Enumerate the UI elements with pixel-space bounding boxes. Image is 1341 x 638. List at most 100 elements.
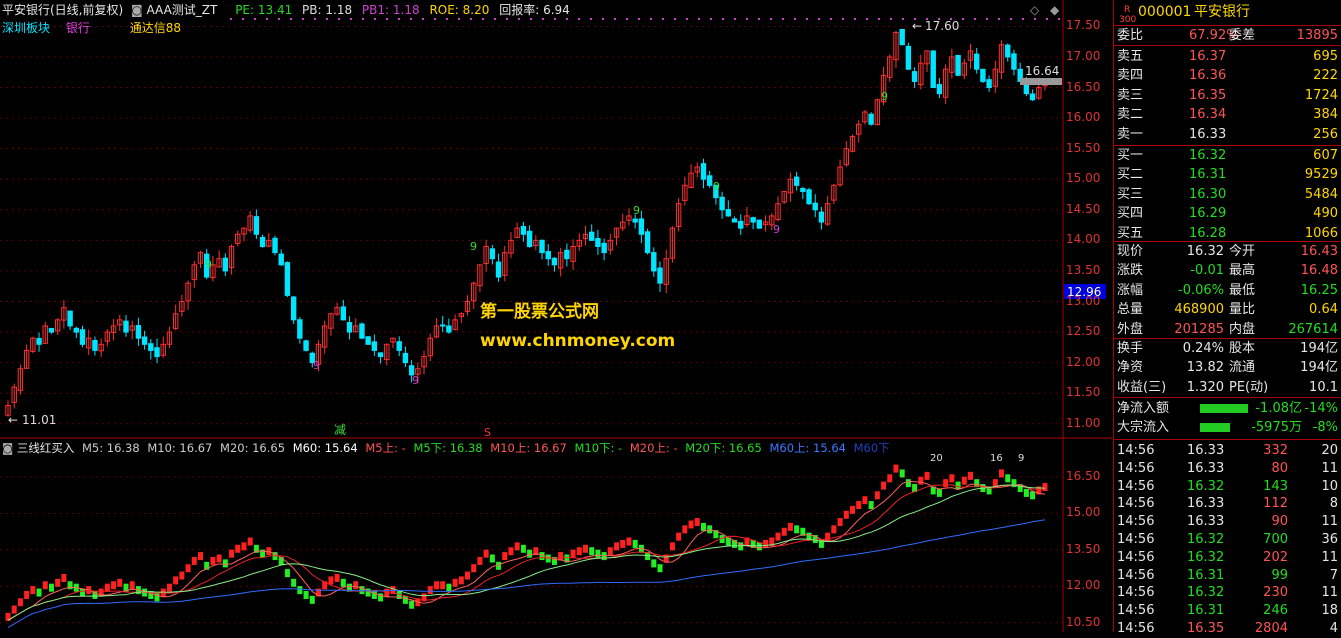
sub-bar (440, 581, 446, 590)
tick-time: 14:56 (1117, 532, 1155, 547)
expand-icon[interactable]: ◆ (1050, 2, 1059, 18)
sub-bar (576, 547, 582, 556)
tick-count: 10 (1321, 478, 1338, 494)
nine-mark: 9 (412, 374, 419, 387)
candle-body (651, 252, 657, 272)
tick-row: 14:56 16.32 143 10 (1114, 477, 1341, 496)
sub-bar (595, 549, 601, 558)
ask-volume: 222 (1313, 68, 1338, 84)
stock-code[interactable]: 000001 (1138, 3, 1191, 22)
sub-y-tick-label: 12.00 (1066, 578, 1101, 593)
stat-value: 16.25 (1300, 282, 1338, 298)
y-tick-label: 16.50 (1066, 79, 1101, 94)
m60-down: M60下 (853, 441, 890, 455)
m20-down: M20下: 16.65 (685, 441, 762, 455)
m5-down: M5下: 16.38 (413, 441, 483, 455)
stat-value: 0.64 (1309, 302, 1338, 318)
bid-price: 16.30 (1189, 186, 1227, 202)
board-link[interactable]: 深圳板块 (2, 21, 50, 35)
tick-time: 14:56 (1117, 585, 1155, 601)
sub-bar (887, 474, 893, 483)
bid-row: 买二 16.31 9529 (1114, 165, 1341, 184)
tick-time: 14:56 (1117, 496, 1155, 512)
ask-price: 16.36 (1189, 68, 1227, 84)
sub-bar (247, 537, 253, 546)
tick-volume: 143 (1263, 478, 1288, 494)
sub-bar (626, 537, 632, 546)
candle-body (439, 324, 446, 327)
candle-body (818, 211, 825, 223)
tick-count: 7 (1329, 567, 1338, 583)
stat-value: -0.01 (1190, 263, 1224, 279)
flow-bar (1200, 423, 1230, 433)
diamond-icon[interactable]: ◇ (1030, 2, 1039, 18)
candle-body (564, 249, 570, 260)
candle-body (79, 329, 86, 345)
ask-row: 卖五 16.37 695 (1114, 47, 1341, 66)
candle-body (793, 176, 800, 186)
candle-body (911, 71, 918, 82)
candles (5, 28, 1048, 417)
sub-bar (340, 578, 346, 587)
tick-time: 14:56 (1117, 603, 1155, 619)
watermark-url: www.chnmoney.com (480, 331, 676, 351)
fin-row: 收益(三) 1.320 PE(动) 10.1 (1114, 378, 1341, 397)
fin-label: 流通 (1229, 360, 1256, 376)
m10-up: M10上: 16.67 (490, 441, 567, 455)
divider (1114, 439, 1341, 440)
tick-row: 14:56 16.31 246 18 (1114, 601, 1341, 620)
sub-bar (936, 488, 942, 497)
bid-price: 16.32 (1189, 148, 1227, 163)
tdx-label: 通达信88 (129, 21, 181, 35)
sub-bar (589, 547, 595, 556)
sub-bar (669, 542, 675, 551)
candle-body (446, 325, 452, 333)
divider (1114, 45, 1341, 46)
flow-pct: -14% (1304, 401, 1338, 416)
tick-volume: 700 (1263, 532, 1288, 547)
sub-bar (36, 588, 42, 597)
sub-bar (353, 581, 359, 590)
sub-y-tick-label: 16.50 (1066, 468, 1101, 483)
tick-count: 20 (1321, 443, 1338, 458)
candle-body (489, 248, 496, 260)
y-tick-label: 15.00 (1066, 171, 1101, 186)
candle-body (67, 310, 73, 327)
bid-volume: 607 (1313, 148, 1338, 163)
pe-value: PE: 13.41 (235, 3, 293, 17)
sub-bar (328, 576, 334, 585)
nine-mark: 9 (633, 204, 640, 217)
fin-value: 0.24% (1182, 341, 1224, 356)
bid-volume: 9529 (1304, 167, 1338, 183)
y-tick-label: 11.00 (1066, 415, 1101, 430)
wecha-value: 13895 (1296, 28, 1338, 43)
sub-bar (856, 501, 862, 510)
sub-indicator-menu-icon[interactable]: ◙ (2, 441, 13, 455)
tick-volume: 332 (1263, 443, 1288, 458)
candle-body (284, 262, 291, 296)
sub-bar (129, 581, 135, 590)
tick-volume: 2804 (1254, 621, 1288, 636)
stock-name[interactable]: 平安银行 (1194, 3, 1250, 22)
bid-row: 买四 16.29 490 (1114, 204, 1341, 223)
chart-area[interactable]: 12.96 16.64 ← 17.60 ← 11.01 9 9 9 9 9 9 … (0, 0, 1112, 632)
sub-bar (48, 583, 54, 592)
sub-chart-title[interactable]: 三线红买入 (17, 441, 75, 455)
ask-row: 卖一 16.33 256 (1114, 125, 1341, 144)
tick-time: 14:56 (1117, 514, 1155, 530)
sub-bar (433, 581, 439, 590)
fin-value: 1.320 (1186, 379, 1224, 395)
indicator-menu-icon[interactable]: ◙ (131, 3, 143, 17)
sector-link[interactable]: 银行 (66, 21, 90, 35)
y-tick-label: 17.00 (1066, 48, 1101, 63)
sub-bar (682, 525, 688, 534)
tick-row: 14:56 16.31 99 7 (1114, 566, 1341, 585)
sub-bar (11, 605, 17, 614)
sub-bar (179, 571, 185, 580)
y-tick-label: 14.00 (1066, 232, 1101, 247)
fin-label: 收益(三) (1117, 379, 1167, 395)
chart-title[interactable]: 平安银行(日线,前复权) (2, 3, 123, 17)
sub-bar (297, 586, 303, 595)
watermark-title: 第一股票公式网 (480, 302, 599, 322)
indicator-name[interactable]: AAA测试_ZT (147, 3, 218, 17)
